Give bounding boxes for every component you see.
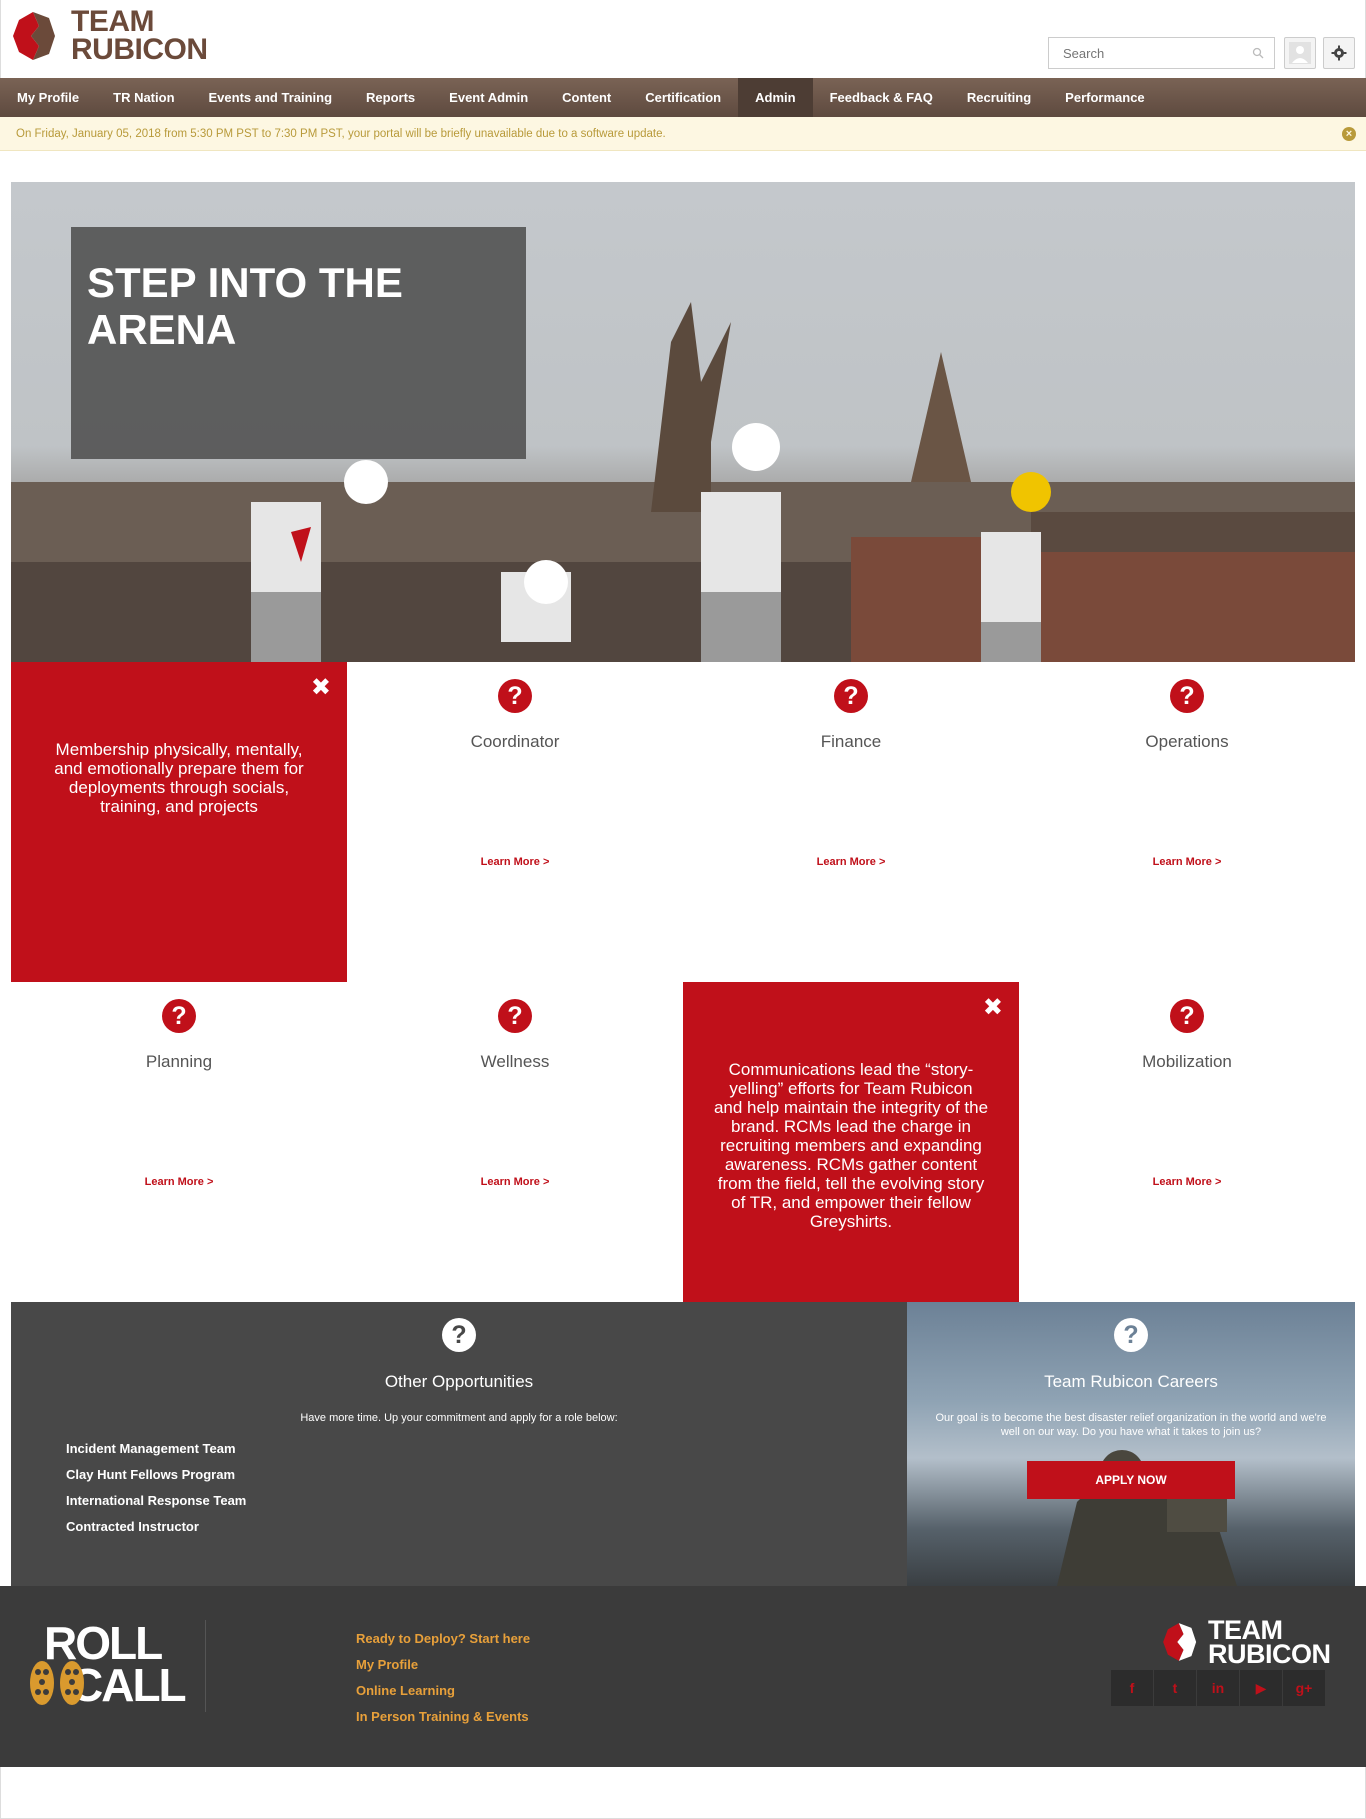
site-footer: ROLL CALL Ready to Deploy? Start here My… xyxy=(0,1586,1366,1767)
communications-description: Communications lead the “story-yelling” … xyxy=(713,1060,989,1231)
close-icon[interactable]: ✖ xyxy=(983,996,1003,1020)
question-circle-icon: ? xyxy=(442,1318,476,1352)
hero-banner: STEP INTO THE ARENA xyxy=(11,182,1355,662)
nav-content[interactable]: Content xyxy=(545,78,628,117)
logo-line-1: TEAM xyxy=(71,5,154,38)
question-circle-icon: ? xyxy=(1114,1318,1148,1352)
tile-title: Planning xyxy=(145,1052,213,1071)
tile-communications-expanded[interactable]: ✖ Communications lead the “story-yelling… xyxy=(683,982,1019,1302)
careers-panel: ? Team Rubicon Careers Our goal is to be… xyxy=(907,1302,1355,1586)
learn-more-link[interactable]: Learn More > xyxy=(683,856,1019,868)
hero-title: STEP INTO THE ARENA xyxy=(87,259,510,353)
googleplus-icon[interactable]: g+ xyxy=(1283,1670,1325,1706)
footer-logo-wordmark: TEAM RUBICON xyxy=(1208,1617,1331,1669)
learn-more-link[interactable]: Learn More > xyxy=(11,1176,347,1188)
page-bottom-spacer xyxy=(0,1767,1366,1819)
question-circle-icon: ? xyxy=(498,679,532,713)
footer-team-rubicon-logo[interactable]: TEAM RUBICON xyxy=(1160,1617,1331,1669)
footer-logo-line-2: RUBICON xyxy=(1208,1639,1331,1669)
question-circle-icon: ? xyxy=(834,679,868,713)
nav-performance[interactable]: Performance xyxy=(1048,78,1161,117)
opportunity-link-international-response[interactable]: International Response Team xyxy=(66,1488,246,1514)
search-input[interactable] xyxy=(1049,38,1239,68)
other-opportunities-title: Other Opportunities xyxy=(384,1372,534,1391)
footer-link-in-person-training[interactable]: In Person Training & Events xyxy=(356,1704,530,1730)
hero-title-line-1: STEP INTO THE xyxy=(87,259,403,306)
question-circle-icon: ? xyxy=(1170,999,1204,1033)
settings-button[interactable] xyxy=(1323,37,1355,69)
opportunity-link-clay-hunt[interactable]: Clay Hunt Fellows Program xyxy=(66,1462,246,1488)
membership-description: Membership physically, mentally, and emo… xyxy=(54,740,304,816)
footer-link-online-learning[interactable]: Online Learning xyxy=(356,1678,530,1704)
facebook-icon[interactable]: f xyxy=(1111,1670,1153,1706)
nav-certification[interactable]: Certification xyxy=(628,78,738,117)
twitter-icon[interactable]: t xyxy=(1154,1670,1196,1706)
tile-wellness[interactable]: ? Wellness Learn More > xyxy=(347,982,683,1302)
maintenance-notice: On Friday, January 05, 2018 from 5:30 PM… xyxy=(0,117,1366,151)
footer-link-my-profile[interactable]: My Profile xyxy=(356,1652,530,1678)
close-icon[interactable]: ✖ xyxy=(311,676,331,700)
search-icon[interactable] xyxy=(1252,47,1264,59)
site-header: TEAM RUBICON xyxy=(0,0,1366,78)
team-rubicon-logo[interactable]: TEAM RUBICON xyxy=(9,5,208,66)
boot-prints-icon xyxy=(30,1661,84,1705)
learn-more-link[interactable]: Learn More > xyxy=(1019,1176,1355,1188)
tile-planning[interactable]: ? Planning Learn More > xyxy=(11,982,347,1302)
footer-divider xyxy=(205,1620,206,1712)
careers-subtitle: Our goal is to become the best disaster … xyxy=(935,1412,1327,1438)
hero-headline-box: STEP INTO THE ARENA xyxy=(71,227,526,459)
tile-mobilization[interactable]: ? Mobilization Learn More > xyxy=(1019,982,1355,1302)
opportunity-link-incident-management[interactable]: Incident Management Team xyxy=(66,1436,246,1462)
logo-line-2: RUBICON xyxy=(71,33,208,66)
roll-call-logo[interactable]: ROLL CALL xyxy=(28,1620,187,1708)
nav-my-profile[interactable]: My Profile xyxy=(0,78,96,117)
team-rubicon-logo-mark xyxy=(13,12,55,60)
search-box xyxy=(1048,37,1275,69)
opportunity-list: Incident Management Team Clay Hunt Fello… xyxy=(66,1436,246,1540)
tile-title: Mobilization xyxy=(1142,1052,1232,1071)
footer-links: Ready to Deploy? Start here My Profile O… xyxy=(356,1626,530,1730)
opportunity-link-contracted-instructor[interactable]: Contracted Instructor xyxy=(66,1514,246,1540)
question-circle-icon: ? xyxy=(498,999,532,1033)
user-profile-button[interactable] xyxy=(1284,37,1316,69)
nav-feedback-faq[interactable]: Feedback & FAQ xyxy=(813,78,950,117)
apply-now-button[interactable]: APPLY NOW xyxy=(1027,1461,1235,1499)
hero-title-line-2: ARENA xyxy=(87,306,237,353)
tile-title: Coordinator xyxy=(470,732,560,751)
other-opportunities-subtitle: Have more time. Up your commitment and a… xyxy=(300,1412,618,1424)
tile-title: Wellness xyxy=(480,1052,550,1071)
main-nav: My Profile TR Nation Events and Training… xyxy=(0,78,1366,117)
tile-operations[interactable]: ? Operations Learn More > xyxy=(1019,662,1355,982)
tile-finance[interactable]: ? Finance Learn More > xyxy=(683,662,1019,982)
gear-icon xyxy=(1331,45,1347,61)
nav-recruiting[interactable]: Recruiting xyxy=(950,78,1048,117)
close-icon[interactable]: × xyxy=(1342,127,1356,141)
question-circle-icon: ? xyxy=(1170,679,1204,713)
youtube-icon[interactable]: ▶ xyxy=(1240,1670,1282,1706)
social-links: f t in ▶ g+ xyxy=(1111,1670,1326,1706)
tile-title: Operations xyxy=(1145,732,1229,751)
linkedin-icon[interactable]: in xyxy=(1197,1670,1239,1706)
notice-text: On Friday, January 05, 2018 from 5:30 PM… xyxy=(16,128,666,140)
question-circle-icon: ? xyxy=(162,999,196,1033)
careers-title: Team Rubicon Careers xyxy=(1044,1372,1218,1391)
nav-admin[interactable]: Admin xyxy=(738,78,813,117)
nav-reports[interactable]: Reports xyxy=(349,78,432,117)
nav-events-and-training[interactable]: Events and Training xyxy=(192,78,350,117)
nav-event-admin[interactable]: Event Admin xyxy=(432,78,545,117)
tile-title: Finance xyxy=(820,732,882,751)
learn-more-link[interactable]: Learn More > xyxy=(1019,856,1355,868)
learn-more-link[interactable]: Learn More > xyxy=(347,856,683,868)
nav-tr-nation[interactable]: TR Nation xyxy=(96,78,191,117)
user-avatar-icon xyxy=(1289,42,1311,64)
tile-coordinator[interactable]: ? Coordinator Learn More > xyxy=(347,662,683,982)
other-opportunities-panel: ? Other Opportunities Have more time. Up… xyxy=(11,1302,907,1586)
team-rubicon-logo-mark xyxy=(1163,1623,1197,1661)
footer-link-ready-to-deploy[interactable]: Ready to Deploy? Start here xyxy=(356,1626,530,1652)
logo-wordmark: TEAM RUBICON xyxy=(71,5,208,66)
learn-more-link[interactable]: Learn More > xyxy=(347,1176,683,1188)
tile-membership-expanded[interactable]: ✖ Membership physically, mentally, and e… xyxy=(11,662,347,982)
